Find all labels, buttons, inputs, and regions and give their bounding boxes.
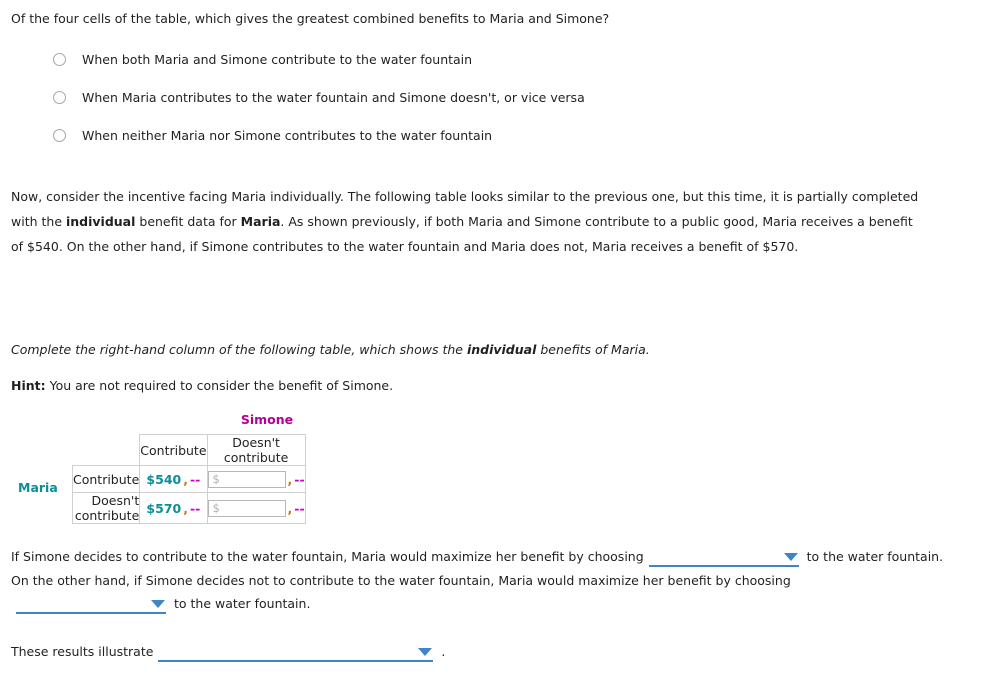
chevron-down-icon[interactable] xyxy=(783,553,798,561)
dropdown-maria-choice-1[interactable] xyxy=(648,550,799,567)
radio-unselected-icon[interactable] xyxy=(53,52,66,66)
maria-benefit-input-row1[interactable] xyxy=(207,470,286,488)
conclusion-line-4: These results illustrate . xyxy=(11,643,446,662)
hint-text: You are not required to consider the ben… xyxy=(45,378,394,393)
conclusion-line-2: On the other hand, if Simone decides not… xyxy=(11,573,791,588)
row-header-contribute: Contribute xyxy=(71,465,141,493)
matrix-header-row: Contribute Doesn't contribute xyxy=(72,434,306,466)
choice-option-2-label: When Maria contributes to the water foun… xyxy=(82,89,585,105)
column-player-label: Simone xyxy=(240,412,294,427)
row-header-doesnt-contribute: Doesn't contribute xyxy=(71,492,141,524)
dropdown-results-illustrate[interactable] xyxy=(158,645,434,662)
column-header-contribute: Contribute xyxy=(139,434,208,466)
cell-simone-value: -- xyxy=(189,500,201,516)
choice-option-3-label: When neither Maria nor Simone contribute… xyxy=(82,127,493,143)
hint-label: Hint: xyxy=(11,378,46,393)
choice-option-2[interactable]: When Maria contributes to the water foun… xyxy=(11,87,911,107)
row-player-label: Maria xyxy=(18,480,58,495)
matrix-cell-doesnt-contribute: $570, -- xyxy=(139,492,208,524)
choice-list: When both Maria and Simone contribute to… xyxy=(11,49,911,163)
matrix-row-contribute: Contribute $540, -- , -- xyxy=(71,465,306,493)
conclusion-line-2-text: On the other hand, if Simone decides not… xyxy=(11,573,791,588)
instruction-part-2: benefits of Maria. xyxy=(536,342,650,357)
cell-simone-value: -- xyxy=(294,500,305,516)
choice-option-1-label: When both Maria and Simone contribute to… xyxy=(82,51,473,67)
conclusion-line-1-after: to the water fountain. xyxy=(806,549,944,564)
matrix-cell-doesnt-doesnt[interactable]: , -- xyxy=(206,492,306,524)
choice-option-3[interactable]: When neither Maria nor Simone contribute… xyxy=(11,125,911,145)
question-prompt: Of the four cells of the table, which gi… xyxy=(11,11,610,26)
conclusion-line-3: to the water fountain. xyxy=(11,595,311,614)
cell-separator: , xyxy=(183,500,188,516)
radio-unselected-icon[interactable] xyxy=(53,128,66,142)
conclusion-line-4-before: These results illustrate xyxy=(11,644,154,659)
cell-simone-value: -- xyxy=(294,471,305,487)
radio-unselected-icon[interactable] xyxy=(53,90,66,104)
narrative-part-2: benefit data for xyxy=(135,214,241,229)
matrix-corner-cell xyxy=(72,434,140,466)
maria-benefit-input-row2[interactable] xyxy=(207,499,286,517)
instruction-part-1: Complete the right-hand column of the fo… xyxy=(11,342,467,357)
column-header-doesnt-contribute: Doesn't contribute xyxy=(206,434,306,466)
matrix-cell-contribute-doesnt[interactable]: , -- xyxy=(206,465,306,493)
matrix-cell-contribute-contribute: $540, -- xyxy=(139,465,208,493)
conclusion-line-3-after: to the water fountain. xyxy=(174,596,311,611)
cell-maria-value: $540 xyxy=(146,471,182,487)
table-instruction: Complete the right-hand column of the fo… xyxy=(11,342,650,357)
conclusion-line-1: If Simone decides to contribute to the w… xyxy=(11,548,944,567)
hint-line: Hint: You are not required to consider t… xyxy=(11,378,393,393)
narrative-bold-maria: Maria xyxy=(240,214,281,229)
payoff-matrix-table: Contribute Doesn't contribute Contribute… xyxy=(71,434,306,524)
cell-simone-value: -- xyxy=(189,471,201,487)
choice-option-1[interactable]: When both Maria and Simone contribute to… xyxy=(11,49,911,69)
matrix-row-doesnt-contribute: Doesn't contribute $570, -- , -- xyxy=(71,492,306,524)
dropdown-maria-choice-2[interactable] xyxy=(16,597,166,614)
conclusion-line-1-before: If Simone decides to contribute to the w… xyxy=(11,549,644,564)
cell-separator: , xyxy=(183,471,188,487)
chevron-down-icon[interactable] xyxy=(151,600,165,608)
conclusion-line-4-after: . xyxy=(441,644,446,659)
narrative-paragraph: Now, consider the incentive facing Maria… xyxy=(11,184,923,259)
instruction-bold-individual: individual xyxy=(466,342,537,357)
chevron-down-icon[interactable] xyxy=(418,648,433,656)
cell-separator: , xyxy=(287,471,293,487)
cell-maria-value: $570 xyxy=(146,500,182,516)
narrative-bold-individual: individual xyxy=(65,214,136,229)
exercise-page: Of the four cells of the table, which gi… xyxy=(0,0,994,676)
cell-separator: , xyxy=(287,500,293,516)
